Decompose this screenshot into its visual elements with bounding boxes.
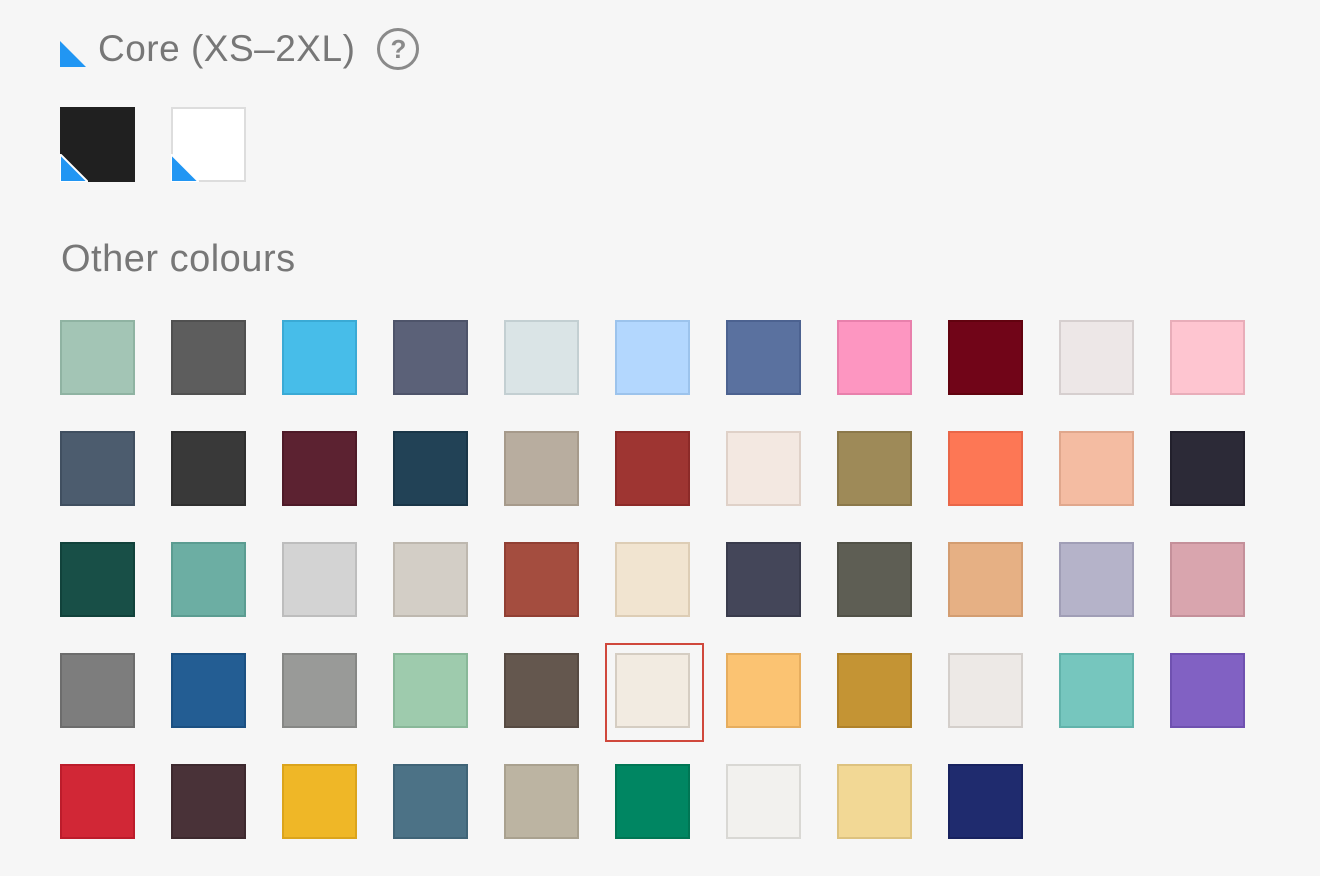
colour-swatch[interactable] [282, 320, 357, 395]
colour-swatch[interactable] [837, 764, 912, 839]
colour-picker: Core (XS–2XL) ? Other colours [0, 0, 1320, 876]
colour-swatch[interactable] [171, 764, 246, 839]
colour-swatch-selected[interactable] [605, 643, 704, 742]
core-corner-icon [171, 154, 199, 182]
colour-swatch[interactable] [60, 542, 135, 617]
core-swatch[interactable] [171, 107, 246, 182]
colour-swatch[interactable] [615, 320, 690, 395]
colour-swatch[interactable] [726, 320, 801, 395]
colour-swatch[interactable] [948, 431, 1023, 506]
colour-swatch[interactable] [948, 320, 1023, 395]
colour-swatch[interactable] [60, 431, 135, 506]
colour-swatch[interactable] [615, 764, 690, 839]
selection-frame [605, 643, 704, 742]
colour-swatch[interactable] [726, 542, 801, 617]
colour-swatch[interactable] [504, 542, 579, 617]
help-icon[interactable]: ? [377, 28, 420, 70]
colour-swatch[interactable] [60, 653, 135, 728]
colour-swatch[interactable] [60, 764, 135, 839]
colour-swatch[interactable] [1059, 320, 1134, 395]
core-flag-icon [60, 41, 86, 67]
colour-swatch[interactable] [837, 431, 912, 506]
colour-swatch[interactable] [282, 653, 357, 728]
core-swatch-row [60, 107, 282, 182]
colour-swatch[interactable] [504, 320, 579, 395]
colour-swatch[interactable] [1059, 431, 1134, 506]
colour-swatch[interactable] [282, 542, 357, 617]
other-colours-title: Other colours [61, 238, 296, 280]
colour-swatch[interactable] [1170, 320, 1245, 395]
colour-swatch[interactable] [171, 320, 246, 395]
core-corner-icon [60, 154, 88, 182]
help-icon-glyph: ? [390, 33, 407, 64]
colour-swatch[interactable] [171, 653, 246, 728]
colour-swatch[interactable] [1059, 542, 1134, 617]
colour-swatch[interactable] [282, 764, 357, 839]
colour-swatch[interactable] [393, 764, 468, 839]
colour-swatch[interactable] [726, 764, 801, 839]
colour-swatch[interactable] [837, 542, 912, 617]
colour-swatch[interactable] [948, 653, 1023, 728]
colour-swatch[interactable] [948, 764, 1023, 839]
colour-swatch[interactable] [726, 431, 801, 506]
colour-swatch[interactable] [837, 653, 912, 728]
colour-swatch[interactable] [948, 542, 1023, 617]
colour-swatch[interactable] [60, 320, 135, 395]
colour-swatch[interactable] [171, 431, 246, 506]
colour-swatch[interactable] [837, 320, 912, 395]
core-header: Core (XS–2XL) ? [60, 24, 420, 74]
core-swatch[interactable] [60, 107, 135, 182]
colour-swatch[interactable] [393, 542, 468, 617]
colour-swatch[interactable] [504, 653, 579, 728]
colour-swatch[interactable] [393, 320, 468, 395]
colour-swatch[interactable] [504, 431, 579, 506]
colour-swatch[interactable] [726, 653, 801, 728]
colour-swatch[interactable] [282, 431, 357, 506]
core-section-title: Core (XS–2XL) [98, 28, 356, 69]
colour-swatch[interactable] [504, 764, 579, 839]
colour-swatch[interactable] [171, 542, 246, 617]
colour-swatch[interactable] [393, 431, 468, 506]
colour-swatch[interactable] [1170, 542, 1245, 617]
colour-swatch[interactable] [1059, 653, 1134, 728]
other-colours-grid [60, 320, 1245, 839]
colour-swatch[interactable] [615, 542, 690, 617]
colour-swatch[interactable] [615, 431, 690, 506]
colour-swatch[interactable] [1170, 653, 1245, 728]
colour-swatch[interactable] [1170, 431, 1245, 506]
colour-swatch[interactable] [393, 653, 468, 728]
